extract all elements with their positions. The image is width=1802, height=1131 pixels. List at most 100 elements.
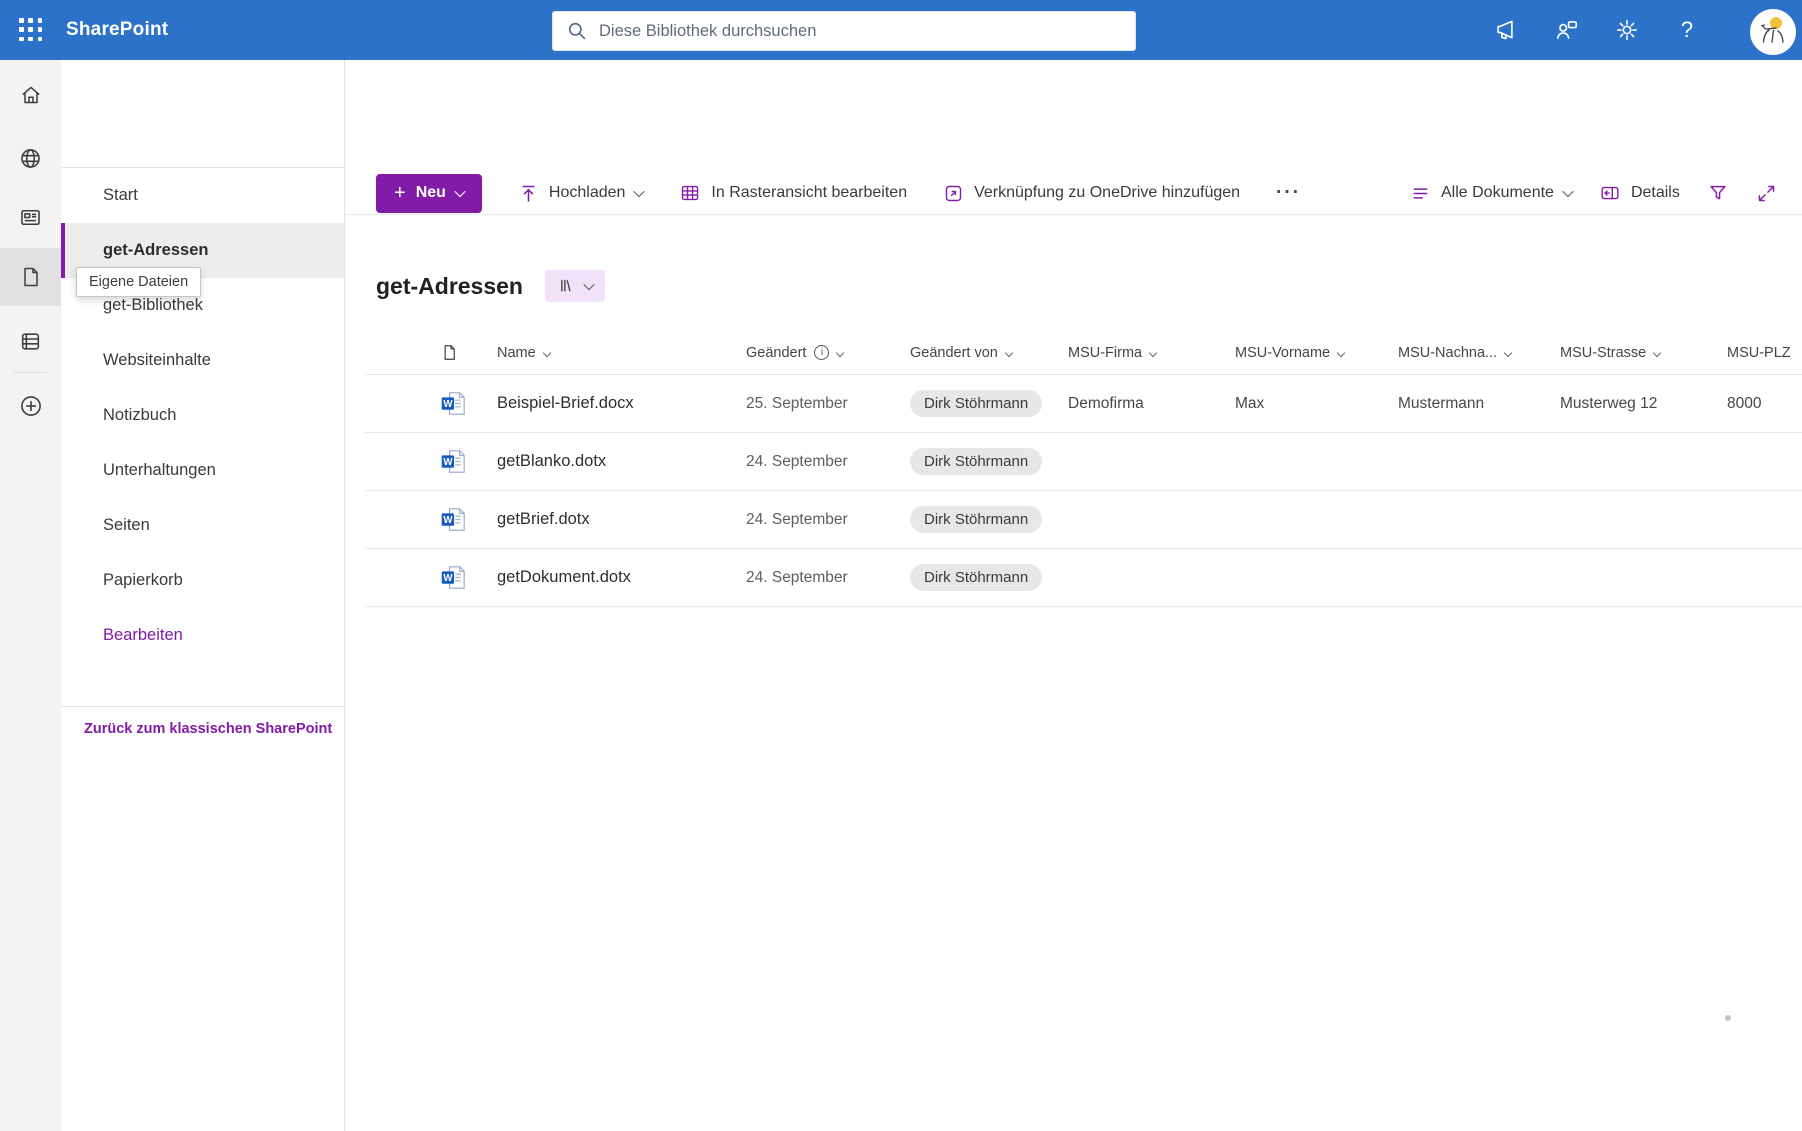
new-button[interactable]: + Neu [376, 174, 482, 213]
classic-sharepoint-link[interactable]: Zurück zum klassischen SharePoint [84, 721, 332, 737]
grid-icon [679, 182, 701, 204]
column-header-msu-nachname[interactable]: MSU-Nachna... [1398, 345, 1560, 361]
home-icon[interactable] [0, 66, 61, 124]
sidebar-item-notizbuch[interactable]: Notizbuch [61, 388, 344, 443]
column-header-geaendert[interactable]: Geänderti [746, 345, 910, 361]
feedback-icon[interactable] [1548, 10, 1586, 50]
modified-by-pill: Dirk Stöhrmann [910, 390, 1042, 417]
table-body: W Beispiel-Brief.docx 25. September Dirk… [365, 375, 1802, 607]
file-name[interactable]: getDokument.dotx [497, 568, 746, 587]
chevron-down-icon [1562, 186, 1573, 197]
library-title: get-Adressen [376, 273, 523, 300]
column-header-msu-firma[interactable]: MSU-Firma [1068, 345, 1235, 361]
news-icon[interactable] [0, 188, 61, 246]
create-plus-icon[interactable] [0, 377, 61, 435]
details-pane-icon [1599, 182, 1621, 204]
document-icon[interactable] [0, 248, 61, 306]
sidebar-item-unterhaltungen[interactable]: Unterhaltungen [61, 443, 344, 498]
svg-text:W: W [443, 457, 453, 468]
modified-by-cell[interactable]: Dirk Stöhrmann [910, 506, 1068, 533]
command-toolbar: + Neu Hochladen In Rasteransicht bearbei… [376, 172, 1301, 214]
expand-icon[interactable] [1756, 183, 1777, 204]
column-header-name[interactable]: Name [497, 345, 746, 361]
upload-icon [518, 183, 539, 204]
app-launcher-waffle-icon[interactable] [14, 13, 48, 47]
globe-icon[interactable] [0, 129, 61, 187]
account-avatar[interactable] [1750, 9, 1796, 55]
search-icon [567, 21, 587, 41]
library-search-box[interactable] [552, 11, 1136, 51]
word-file-icon: W [440, 448, 497, 475]
view-toolbar: Alle Dokumente Details [1410, 172, 1777, 214]
column-header-msu-strasse[interactable]: MSU-Strasse [1560, 345, 1727, 361]
sort-chevron-icon [1504, 348, 1512, 356]
onedrive-link-button[interactable]: Verknüpfung zu OneDrive hinzufügen [943, 183, 1240, 204]
details-button[interactable]: Details [1599, 182, 1680, 204]
msu-vorname-cell: Max [1235, 395, 1398, 413]
column-header-msu-vorname[interactable]: MSU-Vorname [1235, 345, 1398, 361]
file-type-column-header[interactable] [440, 343, 497, 362]
suite-app-name[interactable]: SharePoint [66, 0, 168, 60]
file-name[interactable]: getBrief.dotx [497, 510, 746, 529]
modified-date: 24. September [746, 569, 910, 587]
table-row[interactable]: W getBrief.dotx 24. September Dirk Stöhr… [365, 491, 1802, 549]
search-input[interactable] [599, 22, 1121, 41]
msu-firma-cell: Demofirma [1068, 395, 1235, 413]
file-name[interactable]: Beispiel-Brief.docx [497, 394, 746, 413]
column-header-geaendert-von[interactable]: Geändert von [910, 345, 1068, 361]
word-file-icon: W [440, 506, 497, 533]
view-style-button[interactable] [545, 270, 605, 302]
modified-by-pill: Dirk Stöhrmann [910, 564, 1042, 591]
table-row[interactable]: W getDokument.dotx 24. September Dirk St… [365, 549, 1802, 607]
sort-chevron-icon [1005, 348, 1013, 356]
modified-date: 24. September [746, 453, 910, 471]
modified-date: 24. September [746, 511, 910, 529]
scroll-indicator-dot [1725, 1015, 1731, 1021]
app-rail [0, 60, 61, 1131]
chevron-down-icon [454, 186, 465, 197]
sort-chevron-icon [1149, 348, 1157, 356]
view-selector-button[interactable]: Alle Dokumente [1410, 183, 1572, 204]
shortcut-icon [943, 183, 964, 204]
toolbar-divider [345, 214, 1802, 215]
upload-button[interactable]: Hochladen [518, 183, 644, 204]
sort-chevron-icon [542, 348, 550, 356]
modified-date: 25. September [746, 395, 910, 413]
help-icon[interactable]: ? [1668, 10, 1706, 50]
library-section-head: get-Adressen [376, 270, 605, 302]
gear-icon[interactable] [1608, 10, 1646, 50]
suite-bar-icons: ? [1488, 10, 1706, 50]
modified-by-cell[interactable]: Dirk Stöhrmann [910, 448, 1068, 475]
main-content: + Neu Hochladen In Rasteransicht bearbei… [345, 60, 1802, 1131]
megaphone-icon[interactable] [1488, 10, 1526, 50]
svg-text:W: W [443, 573, 453, 584]
site-sidebar: Start get-Adressen get-Bibliothek Websit… [61, 60, 345, 1131]
sidebar-item-websiteinhalte[interactable]: Websiteinhalte [61, 333, 344, 388]
file-icon [440, 343, 459, 362]
sort-chevron-icon [836, 348, 844, 356]
sidebar-item-seiten[interactable]: Seiten [61, 498, 344, 553]
sort-chevron-icon [1337, 348, 1345, 356]
more-commands-button[interactable]: ··· [1276, 182, 1301, 204]
sidebar-item-papierkorb[interactable]: Papierkorb [61, 553, 344, 608]
chevron-down-icon [583, 279, 594, 290]
msu-nachname-cell: Mustermann [1398, 395, 1560, 413]
file-name[interactable]: getBlanko.dotx [497, 452, 746, 471]
books-icon [557, 277, 575, 295]
grid-edit-button[interactable]: In Rasteransicht bearbeiten [679, 182, 907, 204]
msu-strasse-cell: Musterweg 12 [1560, 395, 1727, 413]
modified-by-cell[interactable]: Dirk Stöhrmann [910, 564, 1068, 591]
tooltip-eigene-dateien: Eigene Dateien [76, 267, 201, 297]
plus-icon: + [394, 183, 406, 203]
library-stack-icon[interactable] [0, 312, 61, 370]
sidebar-item-start[interactable]: Start [61, 168, 344, 223]
modified-by-cell[interactable]: Dirk Stöhrmann [910, 390, 1068, 417]
sidebar-item-bearbeiten[interactable]: Bearbeiten [61, 608, 344, 663]
column-header-msu-plz[interactable]: MSU-PLZ [1727, 345, 1802, 361]
word-file-icon: W [440, 390, 497, 417]
table-header-row: Name Geänderti Geändert von MSU-Firma MS… [365, 331, 1802, 375]
table-row[interactable]: W Beispiel-Brief.docx 25. September Dirk… [365, 375, 1802, 433]
table-row[interactable]: W getBlanko.dotx 24. September Dirk Stöh… [365, 433, 1802, 491]
modified-by-pill: Dirk Stöhrmann [910, 506, 1042, 533]
filter-icon[interactable] [1707, 182, 1729, 204]
